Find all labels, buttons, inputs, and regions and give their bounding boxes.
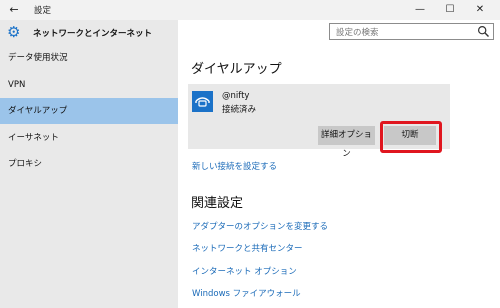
- connection-status: 接続済み: [222, 105, 257, 115]
- advanced-options-button[interactable]: 詳細オプション: [318, 126, 375, 159]
- related-link-adapter-options[interactable]: アダプターのオプションを変更する: [192, 220, 328, 232]
- sidebar-item-proxy[interactable]: プロキシ: [0, 151, 178, 177]
- related-settings-heading: 関連設定: [191, 196, 244, 211]
- related-link-firewall[interactable]: Windows ファイアウォール: [192, 287, 301, 299]
- search-input[interactable]: 設定の検索: [329, 23, 494, 40]
- main-content: ダイヤルアップ @nifty 接続済み 詳細オプション 切断 新しい接続を設定す…: [178, 40, 500, 308]
- related-link-sharing-center[interactable]: ネットワークと共有センター: [192, 242, 303, 254]
- title-bar: ← 設定 — ☐ ✕: [0, 0, 500, 20]
- related-link-internet-options[interactable]: インターネット オプション: [192, 265, 297, 277]
- sidebar-header[interactable]: ⚙ ネットワークとインターネット: [0, 20, 178, 46]
- highlight-box: [380, 121, 442, 153]
- sidebar-title: ネットワークとインターネット: [33, 29, 153, 39]
- connection-name: @nifty: [222, 91, 250, 101]
- dialup-phone-icon: [192, 91, 213, 112]
- window-title: 設定: [34, 6, 52, 16]
- close-button[interactable]: ✕: [466, 0, 494, 20]
- sidebar: ⚙ ネットワークとインターネット データ使用状況 VPN ダイヤルアップ イーサ…: [0, 20, 178, 308]
- sidebar-item-vpn[interactable]: VPN: [0, 72, 178, 98]
- sidebar-item-ethernet[interactable]: イーサネット: [0, 125, 178, 151]
- search-placeholder: 設定の検索: [336, 28, 379, 38]
- sidebar-item-dialup[interactable]: ダイヤルアップ: [0, 98, 178, 124]
- sidebar-item-data-usage[interactable]: データ使用状況: [0, 45, 178, 71]
- page-title: ダイヤルアップ: [191, 62, 282, 77]
- new-connection-link[interactable]: 新しい接続を設定する: [192, 160, 277, 172]
- gear-icon: ⚙: [7, 23, 21, 41]
- search-icon: [477, 25, 489, 37]
- maximize-button[interactable]: ☐: [436, 0, 464, 20]
- back-arrow-icon[interactable]: ←: [6, 3, 22, 17]
- minimize-button[interactable]: —: [406, 0, 434, 20]
